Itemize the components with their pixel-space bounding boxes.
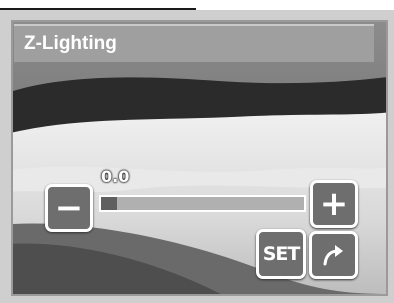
minus-icon: − [54,188,84,228]
slider-value-label: 0.0 [101,167,130,186]
page-title: Z-Lighting [24,33,117,54]
decrease-button[interactable]: − [45,184,93,232]
title-bar: Z-Lighting [14,24,374,62]
top-edge-strip [0,0,196,10]
return-button[interactable] [309,231,358,279]
slider-indicator[interactable] [101,197,118,210]
set-button[interactable]: SET [256,229,306,279]
return-arrow-icon [323,245,343,266]
plus-icon: + [319,184,349,224]
lighting-slider[interactable] [99,195,306,212]
increase-button[interactable]: + [310,180,358,228]
set-button-label: SET [262,243,301,265]
